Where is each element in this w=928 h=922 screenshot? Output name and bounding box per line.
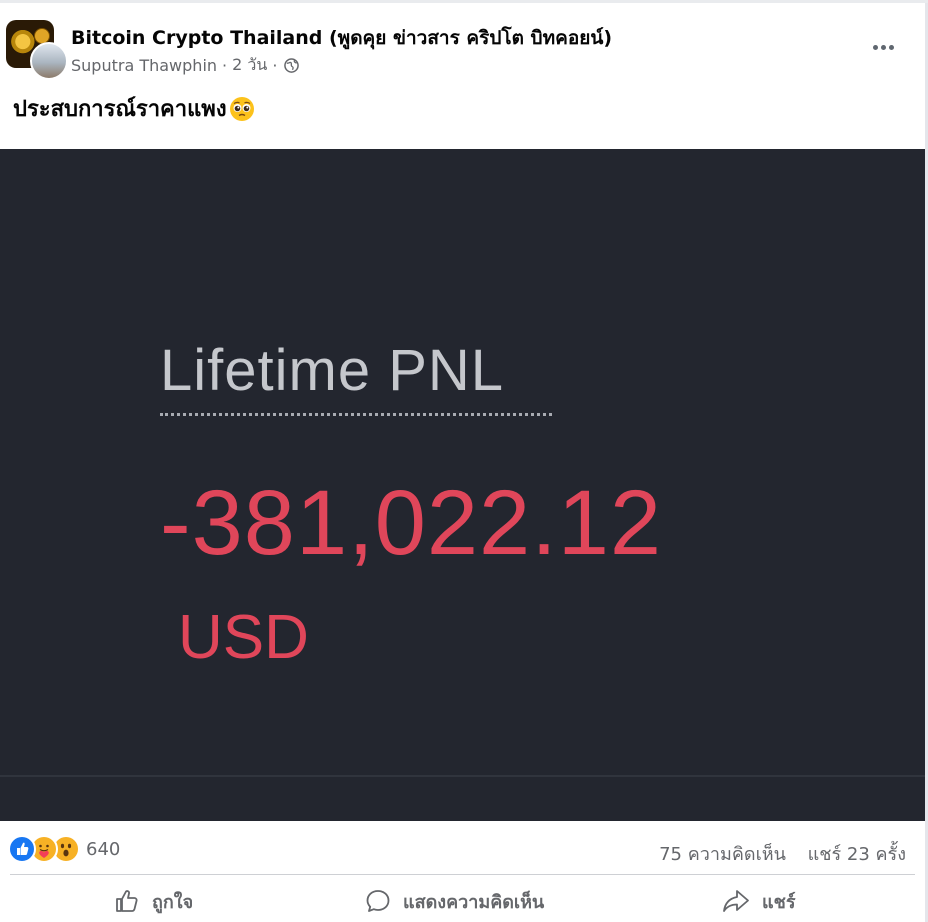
- post-image[interactable]: Lifetime PNL -381,022.12 USD: [0, 149, 925, 821]
- share-icon: [723, 890, 749, 912]
- post-time-link[interactable]: 2 วัน: [232, 53, 267, 78]
- post-message: ประสบการณ์ราคาแพง: [13, 97, 227, 122]
- author-avatar[interactable]: [30, 42, 68, 80]
- like-button[interactable]: ถูกใจ: [114, 885, 193, 917]
- globe-icon: [284, 58, 300, 73]
- comment-button[interactable]: แสดงความคิดเห็น: [365, 885, 544, 917]
- shares-count-link[interactable]: แชร์ 23 ครั้ง: [808, 844, 906, 865]
- like-label: ถูกใจ: [152, 891, 194, 913]
- post-card: Bitcoin Crypto Thailand (พูดคุย ข่าวสาร …: [0, 3, 925, 922]
- more-options-icon[interactable]: [870, 37, 898, 57]
- pnl-value: -381,022.12: [160, 472, 663, 574]
- reaction-count[interactable]: 640: [86, 839, 120, 860]
- engagement-counts: 75 ความคิดเห็น แชร์ 23 ครั้ง: [659, 839, 906, 868]
- like-icon: [8, 835, 36, 863]
- meta-separator: ·: [222, 56, 228, 75]
- comment-label: แสดงความคิดเห็น: [403, 891, 545, 913]
- image-divider: [0, 775, 925, 777]
- action-divider: [10, 874, 915, 875]
- pleading-face-emoji-icon: [229, 96, 254, 121]
- pnl-currency: USD: [178, 603, 309, 672]
- share-button[interactable]: แชร์: [722, 885, 796, 917]
- group-name-link[interactable]: Bitcoin Crypto Thailand (พูดคุย ข่าวสาร …: [71, 23, 612, 53]
- post-meta: Suputra Thawphin · 2 วัน ·: [71, 53, 300, 78]
- meta-separator: ·: [272, 56, 278, 75]
- post-text: ประสบการณ์ราคาแพง: [13, 91, 255, 126]
- avatar-stack[interactable]: [6, 20, 68, 80]
- author-name-link[interactable]: Suputra Thawphin: [71, 56, 217, 75]
- pnl-underline: [160, 413, 552, 416]
- comments-count-link[interactable]: 75 ความคิดเห็น: [659, 844, 786, 865]
- thumbs-up-icon: [116, 890, 138, 912]
- reactions-summary[interactable]: 640: [8, 835, 120, 863]
- share-label: แชร์: [762, 891, 796, 913]
- comment-icon: [366, 890, 390, 912]
- pnl-label: Lifetime PNL: [160, 338, 505, 403]
